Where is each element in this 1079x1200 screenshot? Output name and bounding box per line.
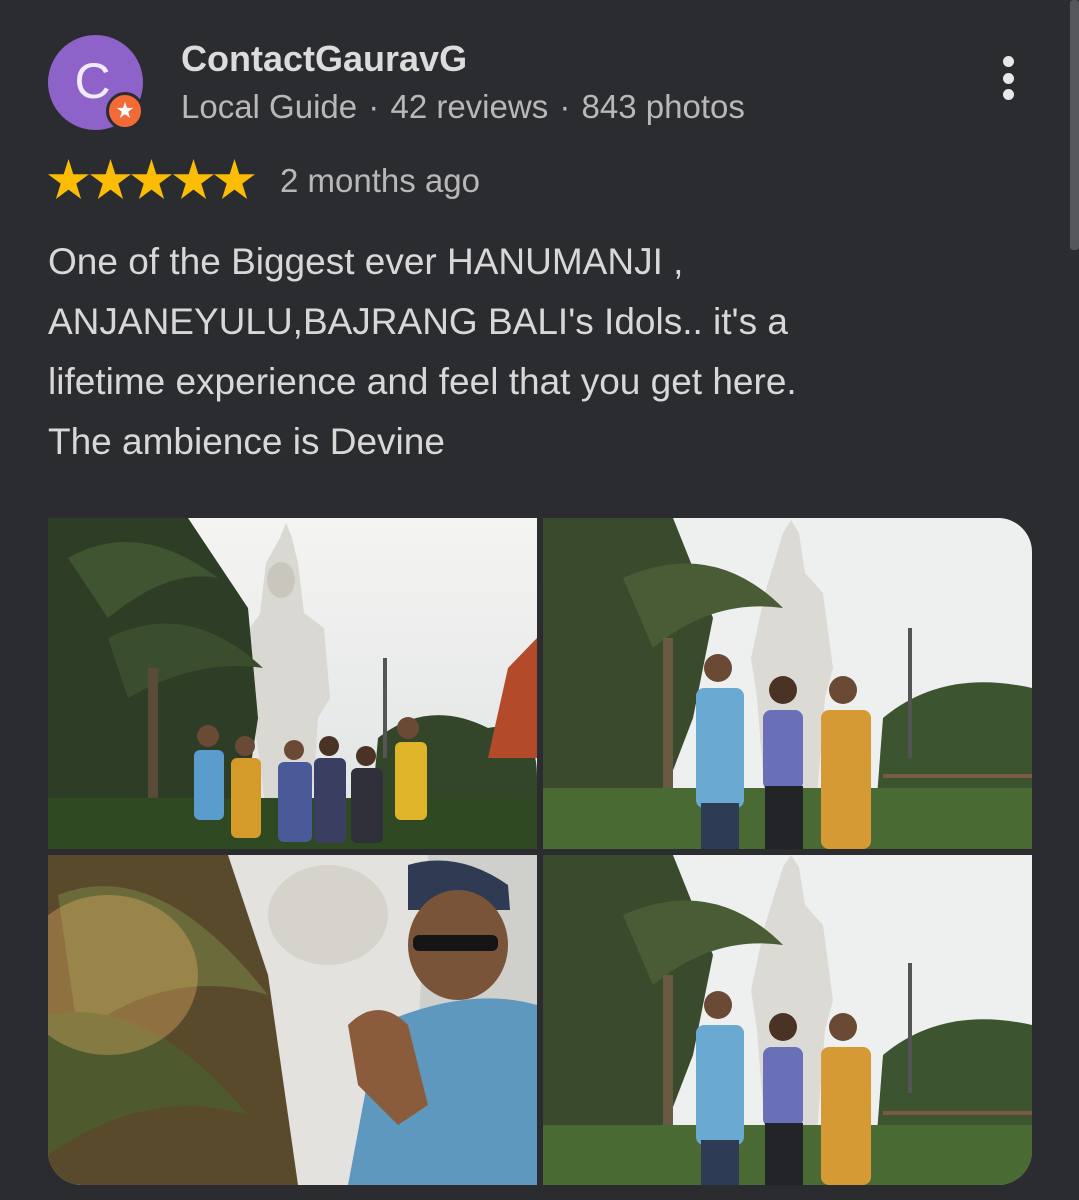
- review-photo-group[interactable]: [48, 518, 537, 849]
- local-guide-label: Local Guide: [181, 88, 358, 125]
- star-rating: [48, 156, 256, 202]
- more-vert-icon: [1002, 56, 1014, 67]
- meta-separator: ·: [559, 88, 571, 125]
- scrollbar[interactable]: [1070, 0, 1079, 250]
- review-photo-grid: [48, 518, 1032, 1185]
- star-icon: [172, 159, 214, 199]
- review-text-line: The ambience is Devine: [48, 421, 445, 462]
- more-vert-icon-dot: [1002, 89, 1014, 100]
- star-icon: [48, 159, 89, 199]
- meta-separator: ·: [368, 88, 380, 125]
- review-text: One of the Biggest ever HANUMANJI , ANJAN…: [48, 232, 1008, 472]
- reviewer-name[interactable]: ContactGauravG: [181, 38, 467, 80]
- avatar-letter: C: [74, 52, 111, 109]
- review-photo-namaste[interactable]: [48, 855, 537, 1185]
- review-photo-family-2[interactable]: [543, 855, 1032, 1185]
- review-photo-family[interactable]: [543, 518, 1032, 849]
- star-icon: [131, 159, 172, 199]
- star-icon: [89, 159, 131, 199]
- star-icon: [214, 159, 255, 199]
- review-date: 2 months ago: [280, 162, 480, 199]
- local-guide-star-icon: [106, 92, 144, 130]
- reviewer-meta: Local Guide · 42 reviews · 843 photos: [181, 88, 745, 126]
- more-vert-icon-dot: [1002, 72, 1014, 84]
- more-options-button[interactable]: [990, 52, 1026, 104]
- review-count: 42 reviews: [390, 88, 549, 125]
- photo-count: 843 photos: [581, 88, 745, 125]
- review-text-line: One of the Biggest ever HANUMANJI ,: [48, 241, 684, 282]
- review-text-line: ANJANEYULU,BAJRANG BALI's Idols.. it's a: [48, 301, 788, 342]
- review-text-line: lifetime experience and feel that you ge…: [48, 361, 797, 402]
